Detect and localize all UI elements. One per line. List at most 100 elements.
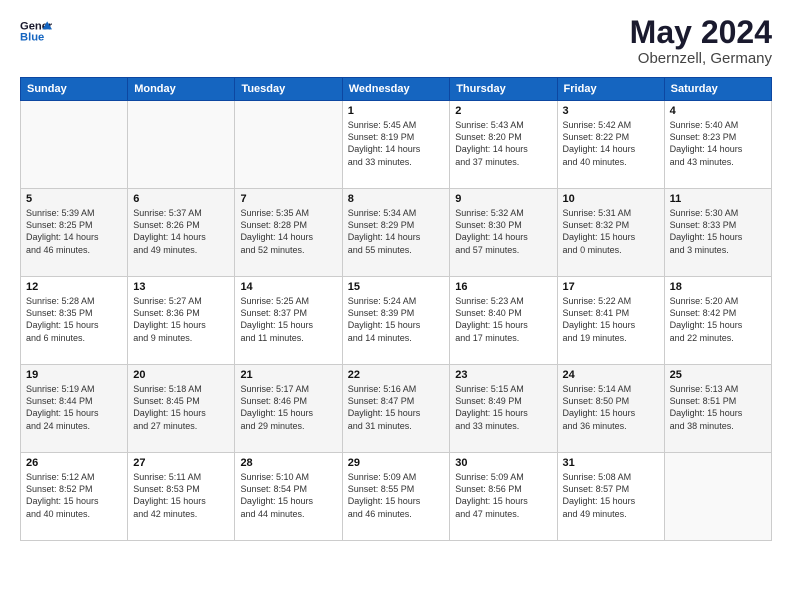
day-number: 29	[348, 457, 445, 469]
day-number: 7	[240, 193, 336, 205]
day-number: 15	[348, 281, 445, 293]
weekday-header-monday: Monday	[128, 78, 235, 101]
logo-icon: General Blue	[20, 15, 52, 47]
day-number: 27	[133, 457, 229, 469]
day-info: Sunrise: 5:09 AM Sunset: 8:55 PM Dayligh…	[348, 471, 445, 520]
day-number: 20	[133, 369, 229, 381]
day-info: Sunrise: 5:22 AM Sunset: 8:41 PM Dayligh…	[563, 295, 659, 344]
day-number: 30	[455, 457, 551, 469]
calendar-cell: 30 Sunrise: 5:09 AM Sunset: 8:56 PM Dayli…	[450, 453, 557, 541]
calendar-cell: 21Sunrise: 5:17 AM Sunset: 8:46 PM Dayli…	[235, 365, 342, 453]
logo: General Blue	[20, 15, 52, 47]
day-info: Sunrise: 5:37 AM Sunset: 8:26 PM Dayligh…	[133, 207, 229, 256]
day-info: Sunrise: 5:45 AM Sunset: 8:19 PM Dayligh…	[348, 119, 445, 168]
day-info: Sunrise: 5:10 AM Sunset: 8:54 PM Dayligh…	[240, 471, 336, 520]
calendar-cell: 20 Sunrise: 5:18 AM Sunset: 8:45 PM Dayli…	[128, 365, 235, 453]
day-info: Sunrise: 5:42 AM Sunset: 8:22 PM Dayligh…	[563, 119, 659, 168]
calendar-cell	[21, 101, 128, 189]
calendar-week-row: 1 Sunrise: 5:45 AM Sunset: 8:19 PM Daylig…	[21, 101, 772, 189]
header: General Blue May 2024 Obernzell, Germany	[20, 15, 772, 67]
day-number: 2	[455, 105, 551, 117]
calendar-cell: 24 Sunrise: 5:14 AM Sunset: 8:50 PM Dayli…	[557, 365, 664, 453]
day-number: 14	[240, 281, 336, 293]
calendar-cell: 31Sunrise: 5:08 AM Sunset: 8:57 PM Dayli…	[557, 453, 664, 541]
calendar-cell	[664, 453, 771, 541]
day-info: Sunrise: 5:11 AM Sunset: 8:53 PM Dayligh…	[133, 471, 229, 520]
calendar-table: SundayMondayTuesdayWednesdayThursdayFrid…	[20, 77, 772, 541]
month-title: May 2024	[630, 15, 772, 50]
day-info: Sunrise: 5:13 AM Sunset: 8:51 PM Dayligh…	[670, 383, 766, 432]
calendar-cell: 18Sunrise: 5:20 AM Sunset: 8:42 PM Dayli…	[664, 277, 771, 365]
calendar-cell: 25 Sunrise: 5:13 AM Sunset: 8:51 PM Dayli…	[664, 365, 771, 453]
calendar-week-row: 19 Sunrise: 5:19 AM Sunset: 8:44 PM Dayli…	[21, 365, 772, 453]
title-block: May 2024 Obernzell, Germany	[630, 15, 772, 67]
day-info: Sunrise: 5:30 AM Sunset: 8:33 PM Dayligh…	[670, 207, 766, 256]
day-number: 16	[455, 281, 551, 293]
day-info: Sunrise: 5:23 AM Sunset: 8:40 PM Dayligh…	[455, 295, 551, 344]
day-number: 28	[240, 457, 336, 469]
weekday-header-thursday: Thursday	[450, 78, 557, 101]
calendar-cell	[128, 101, 235, 189]
calendar-cell: 26Sunrise: 5:12 AM Sunset: 8:52 PM Dayli…	[21, 453, 128, 541]
calendar-cell: 9Sunrise: 5:32 AM Sunset: 8:30 PM Daylig…	[450, 189, 557, 277]
calendar-cell: 27 Sunrise: 5:11 AM Sunset: 8:53 PM Dayli…	[128, 453, 235, 541]
day-info: Sunrise: 5:18 AM Sunset: 8:45 PM Dayligh…	[133, 383, 229, 432]
day-info: Sunrise: 5:12 AM Sunset: 8:52 PM Dayligh…	[26, 471, 122, 520]
calendar-cell: 22Sunrise: 5:16 AM Sunset: 8:47 PM Dayli…	[342, 365, 450, 453]
day-info: Sunrise: 5:27 AM Sunset: 8:36 PM Dayligh…	[133, 295, 229, 344]
day-info: Sunrise: 5:17 AM Sunset: 8:46 PM Dayligh…	[240, 383, 336, 432]
page: General Blue May 2024 Obernzell, Germany…	[0, 0, 792, 612]
day-info: Sunrise: 5:34 AM Sunset: 8:29 PM Dayligh…	[348, 207, 445, 256]
calendar-cell: 7 Sunrise: 5:35 AM Sunset: 8:28 PM Daylig…	[235, 189, 342, 277]
calendar-cell: 12 Sunrise: 5:28 AM Sunset: 8:35 PM Dayli…	[21, 277, 128, 365]
day-info: Sunrise: 5:16 AM Sunset: 8:47 PM Dayligh…	[348, 383, 445, 432]
day-info: Sunrise: 5:14 AM Sunset: 8:50 PM Dayligh…	[563, 383, 659, 432]
location: Obernzell, Germany	[630, 50, 772, 67]
day-info: Sunrise: 5:35 AM Sunset: 8:28 PM Dayligh…	[240, 207, 336, 256]
day-number: 23	[455, 369, 551, 381]
day-number: 10	[563, 193, 659, 205]
day-number: 24	[563, 369, 659, 381]
day-info: Sunrise: 5:15 AM Sunset: 8:49 PM Dayligh…	[455, 383, 551, 432]
svg-text:Blue: Blue	[20, 32, 44, 44]
day-number: 19	[26, 369, 122, 381]
day-number: 25	[670, 369, 766, 381]
day-info: Sunrise: 5:39 AM Sunset: 8:25 PM Dayligh…	[26, 207, 122, 256]
day-number: 8	[348, 193, 445, 205]
calendar-cell: 10 Sunrise: 5:31 AM Sunset: 8:32 PM Dayli…	[557, 189, 664, 277]
day-number: 5	[26, 193, 122, 205]
day-number: 6	[133, 193, 229, 205]
day-number: 4	[670, 105, 766, 117]
day-number: 17	[563, 281, 659, 293]
calendar-cell: 28 Sunrise: 5:10 AM Sunset: 8:54 PM Dayli…	[235, 453, 342, 541]
day-number: 13	[133, 281, 229, 293]
day-number: 3	[563, 105, 659, 117]
day-number: 1	[348, 105, 445, 117]
weekday-header-row: SundayMondayTuesdayWednesdayThursdayFrid…	[21, 78, 772, 101]
weekday-header-saturday: Saturday	[664, 78, 771, 101]
calendar-week-row: 26Sunrise: 5:12 AM Sunset: 8:52 PM Dayli…	[21, 453, 772, 541]
weekday-header-wednesday: Wednesday	[342, 78, 450, 101]
day-number: 12	[26, 281, 122, 293]
day-info: Sunrise: 5:25 AM Sunset: 8:37 PM Dayligh…	[240, 295, 336, 344]
weekday-header-friday: Friday	[557, 78, 664, 101]
calendar-cell: 16 Sunrise: 5:23 AM Sunset: 8:40 PM Dayli…	[450, 277, 557, 365]
calendar-cell: 19 Sunrise: 5:19 AM Sunset: 8:44 PM Dayli…	[21, 365, 128, 453]
day-info: Sunrise: 5:19 AM Sunset: 8:44 PM Dayligh…	[26, 383, 122, 432]
calendar-cell	[235, 101, 342, 189]
calendar-cell: 15Sunrise: 5:24 AM Sunset: 8:39 PM Dayli…	[342, 277, 450, 365]
weekday-header-sunday: Sunday	[21, 78, 128, 101]
day-info: Sunrise: 5:31 AM Sunset: 8:32 PM Dayligh…	[563, 207, 659, 256]
calendar-week-row: 12 Sunrise: 5:28 AM Sunset: 8:35 PM Dayli…	[21, 277, 772, 365]
day-info: Sunrise: 5:28 AM Sunset: 8:35 PM Dayligh…	[26, 295, 122, 344]
calendar-cell: 5 Sunrise: 5:39 AM Sunset: 8:25 PM Daylig…	[21, 189, 128, 277]
day-info: Sunrise: 5:40 AM Sunset: 8:23 PM Dayligh…	[670, 119, 766, 168]
calendar-cell: 3 Sunrise: 5:42 AM Sunset: 8:22 PM Daylig…	[557, 101, 664, 189]
day-number: 11	[670, 193, 766, 205]
weekday-header-tuesday: Tuesday	[235, 78, 342, 101]
calendar-cell: 13 Sunrise: 5:27 AM Sunset: 8:36 PM Dayli…	[128, 277, 235, 365]
calendar-cell: 14 Sunrise: 5:25 AM Sunset: 8:37 PM Dayli…	[235, 277, 342, 365]
day-info: Sunrise: 5:09 AM Sunset: 8:56 PM Dayligh…	[455, 471, 551, 520]
calendar-cell: 23 Sunrise: 5:15 AM Sunset: 8:49 PM Dayli…	[450, 365, 557, 453]
calendar-cell: 6 Sunrise: 5:37 AM Sunset: 8:26 PM Daylig…	[128, 189, 235, 277]
